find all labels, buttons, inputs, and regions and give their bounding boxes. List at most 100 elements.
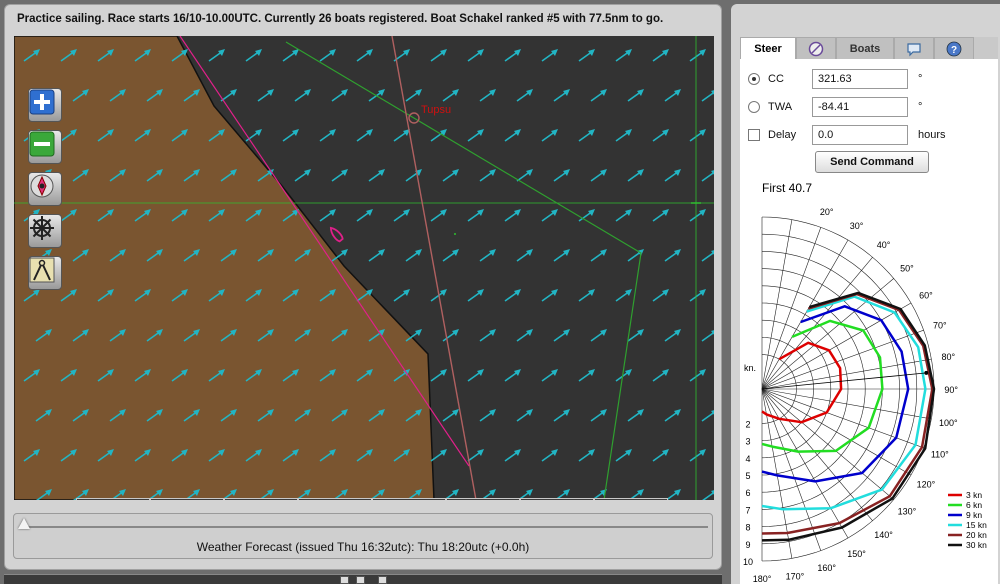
polar-angle-label: 140° [874,530,893,540]
polar-curve [761,291,936,542]
polar-heading-line [761,372,927,390]
timeline-slider-thumb[interactable] [18,518,30,529]
delay-unit: hours [918,129,946,141]
legend-label: 3 kn [966,490,982,500]
instrument-box: COURSE [°]321.6 [150,498,224,500]
polar-spoke [761,388,894,500]
race-status-text: Practice sailing. Race starts 16/10-10.0… [17,13,664,25]
steer-form: CC ° TWA ° Delay hours Send Command Firs… [740,59,998,584]
polar-speed-tick: 10 [743,557,753,567]
polar-angle-label: 20° [820,207,834,217]
polar-angle-label: 90° [944,385,958,395]
help-icon: ? [946,41,962,56]
cc-radio[interactable] [748,73,760,85]
zoom-in-button[interactable] [28,88,62,122]
delay-label: Delay [768,129,797,141]
steer-panel: Steer Boats ? CC 321.63 ° TWA -84.41 ° D… [731,4,1000,584]
polar-angle-label: 180° [753,574,772,584]
polar-kn-label: kn. [744,363,756,373]
tab-boats[interactable]: Boats [836,37,894,59]
twa-radio[interactable] [748,101,760,113]
compass-icon [808,41,824,56]
polar-speed-tick: 3 [745,437,750,447]
legend-label: 20 kn [966,530,987,540]
polar-angle-label: 170° [786,571,805,581]
polar-spoke [761,388,873,521]
instrument-bar: SPEED [kt]8.8COURSE [°]321.6TWS [kt]18.7… [76,498,668,500]
forecast-label: Weather Forecast (issued Thu 16:32utc): … [196,540,530,554]
instrument-box: CLOCK [UTC]18:23 [594,498,668,500]
polar-speed-tick: 9 [745,540,750,550]
polar-angle-label: 40° [877,240,891,250]
polar-angle-label: 130° [898,507,917,517]
tab-chat[interactable] [894,37,934,59]
cc-label: CC [768,73,784,85]
legend-label: 6 kn [966,500,982,510]
compass-divider-icon [29,257,55,283]
svg-text:?: ? [951,45,957,56]
timeline-track[interactable] [20,526,708,528]
polar-angle-label: 150° [847,549,866,559]
helm-icon [30,216,54,240]
instrument-box: TWS [kt]18.7 [224,498,298,500]
map-panel: Practice sailing. Race starts 16/10-10.0… [4,4,722,570]
polar-angle-label: 110° [931,450,949,460]
polar-angle-label: 160° [817,563,836,573]
zoom-out-icon [29,131,55,157]
polar-spoke [761,257,873,390]
send-command-button[interactable]: Send Command [815,151,929,173]
polar-angle-label: 70° [933,320,947,330]
polar-curve [761,305,910,483]
zoom-out-button[interactable] [28,130,62,164]
twa-unit: ° [918,101,923,113]
polar-speed-tick: 2 [745,419,750,429]
helm-button[interactable] [28,214,62,248]
panel-tabs: Steer Boats ? [740,37,998,59]
race-map[interactable]: Tupsu [14,36,714,500]
instrument-box: TWD [°]237.1 [372,498,446,500]
cc-input[interactable] [812,69,908,89]
gear-icon[interactable] [340,576,349,584]
delay-input[interactable] [812,125,908,145]
polar-speed-tick: 8 [745,523,750,533]
polar-angle-label: 50° [900,263,914,273]
twa-label: TWA [768,101,793,113]
instrument-box: VMG [kt]0.8 [446,498,520,500]
gear-icon[interactable] [378,576,387,584]
center-boat-button[interactable] [28,172,62,206]
instrument-box: PERF [%]100.0 [520,498,594,500]
polar-angle-label: 60° [919,290,933,300]
polar-diagram: 2 3 4 5 6 7 8 9 10 kn. 20° 30° 40° 50° 60° 70° 80° 90° 100… [743,207,987,584]
polar-speed-tick: 5 [745,471,750,481]
polar-angle-label: 30° [850,221,864,231]
polar-angle-label: 80° [941,352,955,362]
tab-help[interactable]: ? [934,37,974,59]
zoom-in-icon [29,89,55,115]
delay-checkbox[interactable] [748,129,760,141]
polar-heading-marker [924,370,929,375]
tab-steer[interactable]: Steer [740,37,796,59]
polar-speed-tick: 7 [745,505,750,515]
map-canvas[interactable]: Tupsu [14,36,714,500]
center-boat-icon [30,174,54,198]
instrument-box: SPEED [kt]8.8 [76,498,150,500]
tab-compass[interactable] [796,37,836,59]
twa-input[interactable] [812,97,908,117]
polar-speed-tick: 4 [745,454,750,464]
instrument-box: TWA [°]-84.5 [298,498,372,500]
legend-label: 30 kn [966,540,987,550]
legend-label: 9 kn [966,510,982,520]
polar-angle-label: 120° [917,480,936,490]
bottom-toolbar [4,574,722,584]
distance-tool-button[interactable] [28,256,62,290]
forecast-timeline: Weather Forecast (issued Thu 16:32utc): … [13,513,713,559]
polar-spoke [761,278,894,390]
gear-icon[interactable] [356,576,365,584]
cc-unit: ° [918,73,923,85]
polar-speed-tick: 6 [745,488,750,498]
chat-icon [907,42,921,56]
race-mark-label: Tupsu [421,104,451,116]
waypoint-dot [454,233,456,235]
app-root: Practice sailing. Race starts 16/10-10.0… [0,0,1000,584]
delay-row: Delay hours [748,125,946,145]
